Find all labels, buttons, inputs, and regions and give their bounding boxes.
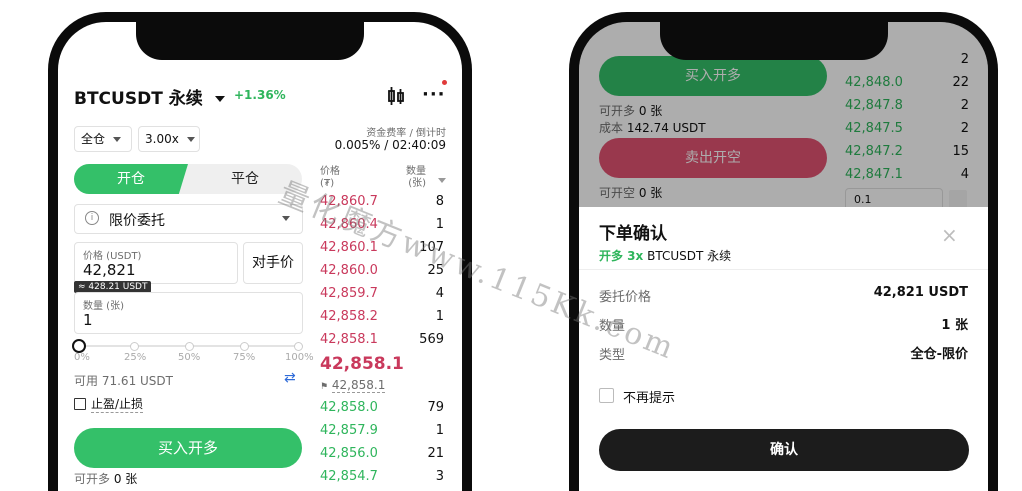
slider-tick[interactable] bbox=[294, 342, 303, 351]
confirm-button[interactable]: 确认 bbox=[599, 429, 969, 471]
slider-tick[interactable] bbox=[130, 342, 139, 351]
close-icon[interactable]: × bbox=[941, 223, 958, 247]
counterparty-price-button[interactable]: 对手价 bbox=[243, 242, 303, 284]
funding-label: 资金费率 / 倒计时 bbox=[366, 128, 446, 139]
bid-row[interactable]: 42,854.7 3 bbox=[320, 469, 444, 491]
dont-show-label: 不再提示 bbox=[623, 391, 676, 406]
tpsl-label: 止盈/止损 bbox=[91, 397, 144, 413]
slider-tick[interactable] bbox=[185, 342, 194, 351]
row-value: 全仓-限价 bbox=[910, 347, 968, 362]
slider-handle[interactable] bbox=[72, 339, 86, 353]
slider-tick[interactable] bbox=[240, 342, 249, 351]
funding-value: 0.005% / 02:40:09 bbox=[334, 138, 446, 152]
notification-dot bbox=[442, 80, 447, 85]
price-change: +1.36% bbox=[234, 88, 286, 102]
buy-open-long-button[interactable]: 买入开多 bbox=[74, 428, 302, 468]
bid-row[interactable]: 42,858.0 79 bbox=[320, 400, 444, 422]
row-value: 42,821 USDT bbox=[873, 285, 968, 300]
flag-icon: ⚑ bbox=[320, 382, 329, 392]
available-balance: 可用 71.61 USDT bbox=[74, 374, 173, 388]
phone-notch bbox=[136, 12, 364, 60]
quantity-input[interactable]: 数量 (张) 1 bbox=[74, 292, 303, 334]
slider-tick-label: 25% bbox=[124, 352, 147, 363]
more-menu-icon[interactable]: ··· bbox=[422, 84, 446, 105]
slider-tick-label: 75% bbox=[233, 352, 256, 363]
sheet-subtitle: 开多 3x BTCUSDT 永续 bbox=[599, 249, 732, 263]
slider-tick-label: 100% bbox=[285, 352, 314, 363]
sheet-title: 下单确认 bbox=[599, 224, 667, 244]
bid-row[interactable]: 42,856.0 21 bbox=[320, 446, 444, 468]
chevron-down-icon bbox=[214, 96, 225, 102]
quantity-slider[interactable]: 0% 25% 50% 75% 100% bbox=[72, 336, 314, 366]
dont-show-checkbox[interactable] bbox=[599, 388, 614, 403]
margin-mode-select[interactable]: 全仓 bbox=[74, 126, 132, 152]
candlestick-chart-icon[interactable] bbox=[386, 86, 406, 110]
qty-header-dropdown-icon[interactable] bbox=[438, 170, 446, 189]
ask-row[interactable]: 42,858.2 1 bbox=[320, 309, 444, 331]
row-value: 1 张 bbox=[941, 318, 968, 333]
order-type-select[interactable]: i 限价委托 bbox=[74, 204, 303, 234]
pair-title[interactable]: BTCUSDT 永续 bbox=[74, 84, 225, 109]
ask-row[interactable]: 42,858.1 569 bbox=[320, 332, 444, 354]
bid-row[interactable]: 42,857.9 1 bbox=[320, 423, 444, 445]
slider-tick-label: 0% bbox=[74, 352, 90, 363]
orderbook-qty-header: 数量 (张) bbox=[406, 166, 426, 189]
can-open-long: 可开多 0 张 bbox=[74, 472, 138, 486]
mark-price: ⚑ 42,858.1 bbox=[320, 378, 386, 393]
open-close-tabs: 开仓 平仓 bbox=[74, 164, 302, 194]
price-input[interactable]: 价格 (USDT) 42,821 bbox=[74, 242, 238, 284]
orderbook-bids: 42,858.0 79 42,857.9 1 42,856.0 21 42,854.7… bbox=[320, 400, 444, 491]
last-price: 42,858.1 bbox=[320, 354, 404, 374]
tab-open[interactable]: 开仓 bbox=[74, 164, 188, 194]
phone-notch bbox=[660, 12, 888, 60]
leverage-select[interactable]: 3.00x bbox=[138, 126, 200, 152]
slider-tick-label: 50% bbox=[178, 352, 201, 363]
tpsl-checkbox[interactable] bbox=[74, 398, 86, 410]
divider bbox=[579, 269, 988, 270]
info-icon: i bbox=[85, 211, 99, 225]
confirm-screen: 买入开多 可开多 0 张 成本 142.74 USDT 卖出开空 可开空 0 张… bbox=[579, 22, 988, 491]
right-phone-frame: 买入开多 可开多 0 张 成本 142.74 USDT 卖出开空 可开空 0 张… bbox=[569, 12, 998, 491]
ask-row[interactable]: 42,859.7 4 bbox=[320, 286, 444, 308]
transfer-icon[interactable]: ⇄ bbox=[284, 370, 296, 386]
